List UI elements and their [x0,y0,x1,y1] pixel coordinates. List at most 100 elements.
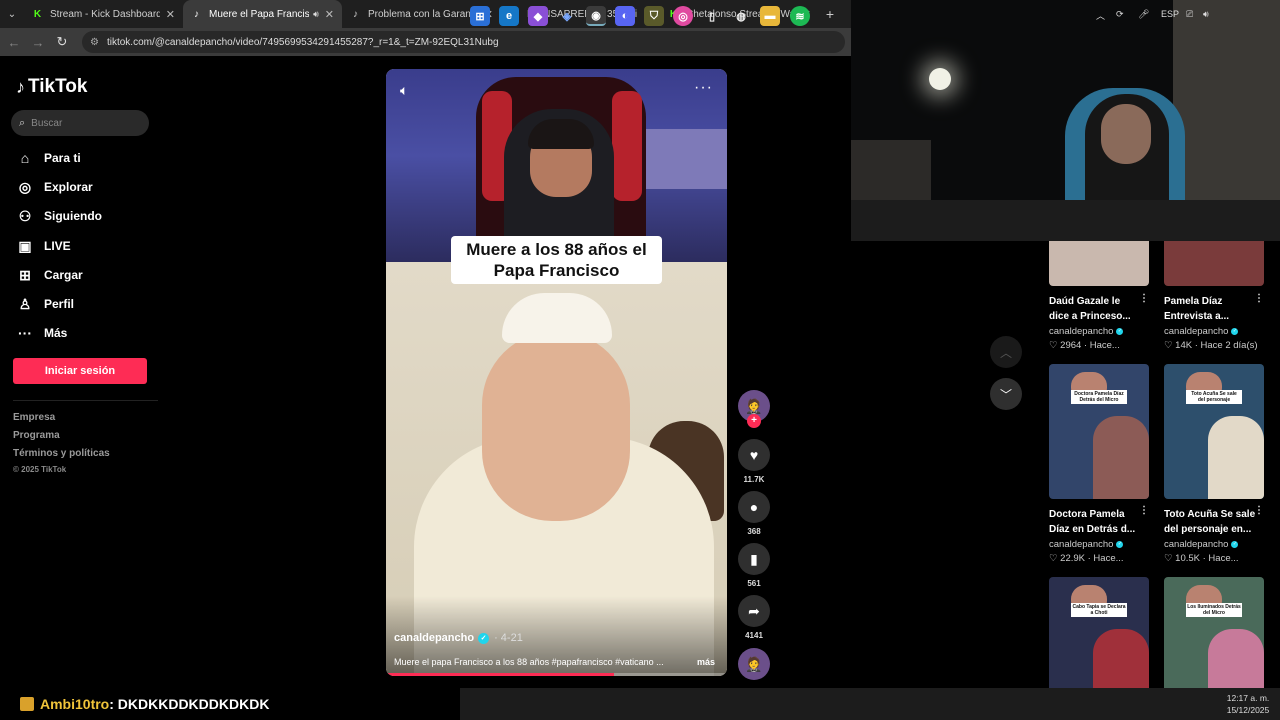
tray-chevron-up-icon[interactable]: ︿ [1096,9,1105,22]
follow-plus-icon[interactable]: + [747,414,761,428]
nav-explorar[interactable]: ◎ Explorar [16,176,93,198]
search-box[interactable]: ⌕ [11,110,149,136]
footer-link-programa[interactable]: Programa [13,430,60,441]
tab-piensaprensa[interactable]: 𝕏 PIENSAPRENSA 357 mil Seguid ✕ [501,0,660,28]
browser-tab-bar: ⌄ K Stream - Kick Dashboard ✕ ♪ Muere el… [0,0,851,28]
nav-para-ti[interactable]: ⌂ Para ti [16,147,81,169]
nav-perfil[interactable]: ♙ Perfil [16,293,74,315]
video-caption: Muere a los 88 años el Papa Francisco [451,236,662,284]
save-button[interactable]: ▮ 561 [738,543,770,588]
previous-video-button[interactable]: ︿ [990,336,1022,368]
close-icon[interactable]: ✕ [325,8,334,21]
tray-app-icon[interactable]: ⟳ [1116,9,1124,20]
nav-cargar[interactable]: ⊞ Cargar [16,264,83,286]
language-indicator[interactable]: ESP [1161,9,1179,19]
tab-kick-dashboard[interactable]: K Stream - Kick Dashboard ✕ [24,0,183,28]
rec-stat: 14K · Hace 2 día(s) [1175,340,1258,351]
rec-thumb-label: Los Iluminados Detrás del Micro [1186,603,1242,617]
live-icon: ▣ [18,237,32,254]
tab-title: Stream - Kick Dashboard [50,8,160,20]
like-button[interactable]: ♥ 11.7K [738,439,770,484]
verified-icon: ✓ [478,632,490,644]
bookmark-icon: ▮ [738,543,770,575]
new-tab-button[interactable]: + [819,0,841,28]
app-icon[interactable]: ◎ [673,6,693,26]
nav-live[interactable]: ▣ LIVE [16,235,70,257]
rec-thumb-person [1093,629,1149,688]
creator-avatar[interactable]: 🤵 + [738,390,770,428]
start-icon[interactable]: ⊞ [470,6,490,26]
rec-author-row: canaldepancho ✓ [1164,326,1268,337]
home-icon: ⌂ [20,150,30,166]
rec-video-5[interactable]: Cabo Tapia se Declara a Choti [1049,577,1153,688]
footer-link-empresa[interactable]: Empresa [13,412,55,423]
file-icon[interactable]: ▯ [702,6,722,26]
rec-thumbnail [1164,241,1264,286]
rec-menu-icon[interactable]: ⋮ [1254,293,1264,304]
rec-video-2[interactable]: Pamela Díaz Entrevista a... ⋮ canaldepan… [1164,241,1268,351]
comment-count: 368 [747,527,761,536]
nav-mas[interactable]: ··· Más [16,322,67,344]
edge-icon[interactable]: e [499,6,519,26]
video-author[interactable]: canaldepancho [394,632,474,644]
rec-video-6[interactable]: Los Iluminados Detrás del Micro [1164,577,1268,688]
tiktok-logo[interactable]: ♪ TikTok [16,76,87,98]
rec-video-1[interactable]: Daúd Gazale le dice a Princeso... ⋮ cana… [1049,241,1153,351]
more-options-icon[interactable]: ··· [694,79,713,97]
obs-icon[interactable]: ◍ [731,6,751,26]
tiktok-icon: ♪ [16,76,25,97]
back-button[interactable]: ← [2,35,26,50]
network-icon[interactable]: ⎚ [1186,9,1193,20]
rec-menu-icon[interactable]: ⋮ [1139,293,1149,304]
volume-icon[interactable]: 🔈︎ [400,82,408,99]
video-progress-bar[interactable] [386,673,727,676]
rec-menu-icon[interactable]: ⋮ [1254,505,1264,516]
rec-menu-icon[interactable]: ⋮ [1139,505,1149,516]
tab-search-button[interactable]: ⌄ [0,0,24,28]
tab-papa-francisco[interactable]: ♪ Muere el Papa Francisco: U 🔊︎ ✕ [183,0,342,28]
nav-siguiendo[interactable]: ⚇ Siguiendo [16,205,102,227]
login-button[interactable]: Iniciar sesión [13,358,147,384]
search-input[interactable] [31,117,132,129]
shield-icon[interactable]: ⛉ [644,6,664,26]
discord-icon[interactable]: ◐ [615,6,635,26]
forward-button[interactable]: → [26,35,50,50]
video-chair-accent [612,91,642,201]
more-link[interactable]: más [697,657,715,667]
rec-thumbnail [1049,241,1149,286]
video-player[interactable]: Muere a los 88 años el Papa Francisco 🔈︎… [386,69,727,676]
footer-link-terminos[interactable]: Términos y políticas [13,448,110,459]
widgets-icon[interactable]: ◈ [557,6,577,26]
volume-icon[interactable]: 🔊︎ [1203,9,1209,20]
browser-toolbar: ← → ↻ ⚙ tiktok.com/@canaldepancho/video/… [0,28,851,56]
folder-icon[interactable]: ▬ [760,6,780,26]
upload-icon: ⊞ [19,266,31,283]
next-video-button[interactable]: ﹀ [990,378,1022,410]
url-text: tiktok.com/@canaldepancho/video/74956995… [106,36,499,48]
microphone-icon[interactable]: 🎤︎ [1138,9,1149,20]
rec-author: canaldepancho [1049,539,1114,550]
rec-author-row: canaldepancho ✓ [1164,539,1268,550]
share-icon: ➦ [738,595,770,627]
speaker-icon[interactable]: 🔊︎ [313,9,319,20]
close-icon[interactable]: ✕ [166,8,175,21]
site-info-icon[interactable]: ⚙ [90,37,99,48]
nav-label: Más [44,326,68,340]
sound-avatar[interactable]: 🤵 [738,648,770,680]
address-bar[interactable]: ⚙ tiktok.com/@canaldepancho/video/749569… [82,31,845,53]
chrome-icon[interactable]: ◉ [586,6,606,26]
reload-button[interactable]: ↻ [50,34,74,50]
spotify-icon[interactable]: ≋ [790,6,810,26]
copyright: © 2025 TikTok [13,465,67,474]
copilot-icon[interactable]: ◆ [528,6,548,26]
system-clock[interactable]: 12:17 a. m. 15/12/2025 [1222,692,1274,716]
rec-title: Toto Acuña Se sale del personaje en... [1164,509,1256,535]
rec-thumb-person [1093,416,1149,499]
rec-video-4[interactable]: Toto Acuña Se sale del personaje Toto Ac… [1164,364,1268,564]
rec-video-3[interactable]: Doctora Pamela Díaz Detrás del Micro Doc… [1049,364,1153,564]
rec-author: canaldepancho [1049,326,1114,337]
logo-text: TikTok [28,76,88,97]
share-button[interactable]: ➦ 4141 [738,595,770,640]
nav-label: Para ti [44,151,81,165]
comment-button[interactable]: ● 368 [738,491,770,536]
